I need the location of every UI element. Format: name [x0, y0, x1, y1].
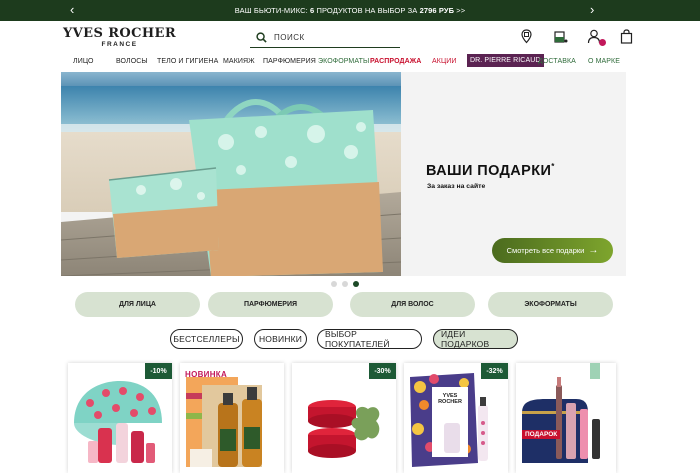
nav-item-promotions[interactable]: АКЦИИ [432, 58, 457, 65]
arrow-right-icon: → [588, 245, 599, 256]
account-icon[interactable] [586, 28, 606, 46]
nav-item-ecoformats[interactable]: ЭКОФОРМАТЫ [318, 58, 369, 65]
product-card[interactable]: -30% [292, 363, 396, 473]
category-hair-button[interactable]: ДЛЯ ВОЛОС [350, 292, 475, 317]
carousel-dot[interactable] [331, 281, 337, 287]
product-card[interactable]: ПОДАРОК [516, 363, 616, 473]
hero-title-text: ВАШИ ПОДАРКИ [426, 162, 552, 179]
header-icons [518, 28, 634, 46]
promo-price: 2796 РУБ [419, 6, 455, 15]
discount-badge: -32% [481, 363, 508, 379]
discount-badge: -30% [369, 363, 396, 379]
nav-item-about[interactable]: О МАРКЕ [588, 58, 620, 65]
filter-new[interactable]: НОВИНКИ [254, 329, 307, 349]
nav-item-dr-pierre-ricaud[interactable]: DR. PIERRE RICAUD [467, 54, 544, 67]
product-card[interactable]: YVES ROCHER -32% [404, 363, 508, 473]
filter-gift-ideas[interactable]: ИДЕИ ПОДАРКОВ [433, 329, 518, 349]
nav-item-delivery[interactable]: ДОСТАВКА [538, 58, 576, 65]
nav-item-sale[interactable]: РАСПРОДАЖА [370, 58, 421, 65]
view-all-gifts-label: Смотреть все подарки [506, 246, 585, 255]
nav-item-body[interactable]: ТЕЛО И ГИГИЕНА [157, 58, 218, 65]
logo-line1: YVES ROCHER [63, 26, 177, 41]
promo-prev-arrow-icon[interactable]: ‹ [70, 2, 74, 18]
hero-title-mark: * [551, 162, 555, 171]
product-image [522, 363, 600, 463]
search-bar[interactable] [250, 28, 400, 48]
category-face-button[interactable]: ДЛЯ ЛИЦА [75, 292, 200, 317]
filter-bestsellers[interactable]: БЕСТСЕЛЛЕРЫ [170, 329, 243, 349]
promo-text-mid: ПРОДУКТОВ НА ВЫБОР ЗА [314, 6, 420, 15]
hero-title: ВАШИ ПОДАРКИ* [426, 162, 555, 179]
brand-box-line2: ROCHER [438, 399, 462, 406]
main-nav: ЛИЦО ВОЛОСЫ ТЕЛО И ГИГИЕНА МАКИЯЖ ПАРФЮМ… [0, 54, 700, 72]
search-icon[interactable] [256, 32, 267, 43]
promo-bar[interactable]: ‹ ВАШ БЬЮТИ-МИКС: 6 ПРОДУКТОВ НА ВЫБОР З… [0, 0, 700, 21]
store-locator-icon[interactable] [518, 28, 534, 44]
account-notification-dot [599, 39, 606, 46]
gift-tag: ПОДАРОК [522, 430, 561, 439]
promo-text-suffix: >> [454, 6, 466, 15]
carousel-dot-active[interactable] [353, 281, 359, 287]
carousel-dot[interactable] [342, 281, 348, 287]
bag-icon[interactable] [618, 28, 634, 44]
discount-badge: -10% [145, 363, 172, 379]
product-card[interactable]: НОВИНКА [180, 363, 284, 473]
nav-item-makeup[interactable]: МАКИЯЖ [223, 58, 255, 65]
nav-item-hair[interactable]: ВОЛОСЫ [116, 58, 148, 65]
product-image [308, 400, 380, 458]
filter-customer-choice[interactable]: ВЫБОР ПОКУПАТЕЛЕЙ [317, 329, 422, 349]
category-ecoformats-button[interactable]: ЭКОФОРМАТЫ [488, 292, 613, 317]
hero-banner[interactable]: ВАШИ ПОДАРКИ* За заказ на сайте Смотреть… [61, 72, 626, 276]
nav-item-perfume[interactable]: ПАРФЮМЕРИЯ [263, 58, 316, 65]
hero-image [61, 72, 401, 276]
promo-text-prefix: ВАШ БЬЮТИ-МИКС: [234, 6, 311, 15]
site-header: YVES ROCHER FRANCE [0, 21, 700, 54]
product-image [410, 373, 488, 467]
carousel-dots [331, 281, 359, 287]
view-all-gifts-button[interactable]: Смотреть все подарки → [492, 238, 613, 263]
cart-fill-icon[interactable] [552, 28, 568, 44]
hero-subtitle: За заказ на сайте [427, 183, 486, 190]
new-badge: НОВИНКА [185, 370, 228, 379]
brand-box-label: YVES ROCHER [432, 393, 468, 405]
promo-text[interactable]: ВАШ БЬЮТИ-МИКС: 6 ПРОДУКТОВ НА ВЫБОР ЗА … [235, 6, 466, 15]
category-perfume-button[interactable]: ПАРФЮМЕРИЯ [208, 292, 333, 317]
promo-next-arrow-icon[interactable]: › [590, 2, 594, 18]
product-image [186, 377, 262, 467]
product-image [74, 381, 162, 463]
product-card[interactable]: -10% [68, 363, 172, 473]
nav-item-face[interactable]: ЛИЦО [73, 58, 94, 65]
logo-line2: FRANCE [101, 41, 138, 48]
brand-logo[interactable]: YVES ROCHER FRANCE [63, 27, 176, 49]
search-input[interactable] [274, 33, 384, 42]
